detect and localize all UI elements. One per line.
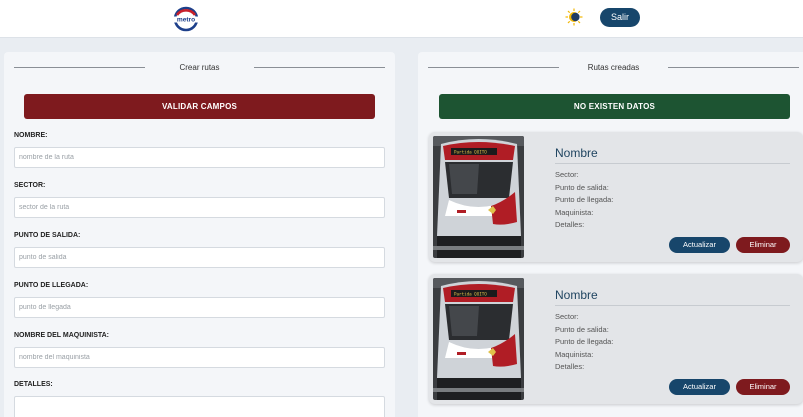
card-fields: Sector: Punto de salida: Punto de llegad… (555, 311, 613, 374)
sector-text: Sector: (555, 170, 579, 179)
create-section-header: Crear rutas (4, 60, 395, 76)
departure-text: Punto de salida: (555, 324, 609, 334)
destination-sign: Partida QUITO (454, 292, 487, 297)
departure-label: PUNTO DE SALIDA: (14, 232, 81, 239)
top-bar: metro Salir (0, 0, 803, 38)
arrival-text: Punto de llegada: (555, 337, 614, 347)
card-title: Nombre (555, 146, 598, 160)
sun-moon-icon (565, 8, 583, 26)
arrival-input[interactable] (14, 297, 385, 318)
route-name-input[interactable] (14, 147, 385, 168)
empty-state-banner: NO EXISTEN DATOS (439, 94, 790, 119)
create-route-panel: Crear rutas VALIDAR CAMPOS NOMBRE: SECTO… (4, 52, 395, 417)
delete-button[interactable]: Eliminar (736, 237, 790, 253)
update-button[interactable]: Actualizar (669, 379, 730, 395)
routes-list-panel: Rutas creadas NO EXISTEN DATOS Partida Q… (418, 52, 803, 417)
route-card: Partida QUITO Nombre Sector: Punto de sa… (429, 274, 803, 404)
sector-input[interactable] (14, 197, 385, 218)
departure-text: Punto de salida: (555, 182, 609, 192)
create-section-title: Crear rutas (179, 63, 220, 72)
routes-section-title: Rutas creadas (587, 63, 640, 72)
details-text: Detalles: (555, 362, 585, 372)
destination-sign: Partida QUITO (454, 150, 487, 155)
details-label: DETALLES: (14, 381, 53, 388)
routes-section-header: Rutas creadas (418, 60, 803, 76)
driver-input[interactable] (14, 347, 385, 368)
divider (428, 67, 559, 68)
arrival-label: PUNTO DE LLEGADA: (14, 282, 89, 289)
metro-logo[interactable]: metro (172, 6, 200, 32)
validate-fields-button[interactable]: VALIDAR CAMPOS (24, 94, 375, 119)
driver-text: Maquinista: (555, 207, 594, 217)
divider (254, 67, 385, 68)
logo-text: metro (177, 17, 195, 24)
divider (668, 67, 799, 68)
logout-button[interactable]: Salir (600, 8, 640, 27)
details-textarea[interactable] (14, 396, 385, 417)
theme-toggle-button[interactable] (565, 8, 583, 26)
sector-label: SECTOR: (14, 182, 46, 189)
route-card: Partida QUITO Nombre Sector: Punto de sa… (429, 132, 803, 262)
details-text: Detalles: (555, 220, 585, 230)
name-label: NOMBRE: (14, 132, 48, 139)
train-image: Partida QUITO (433, 278, 524, 400)
arrival-text: Punto de llegada: (555, 195, 614, 205)
driver-text: Maquinista: (555, 349, 594, 359)
card-divider (555, 163, 790, 164)
driver-label: NOMBRE DEL MAQUINISTA: (14, 332, 110, 339)
card-divider (555, 305, 790, 306)
delete-button[interactable]: Eliminar (736, 379, 790, 395)
sector-text: Sector: (555, 312, 579, 321)
card-title: Nombre (555, 288, 598, 302)
card-fields: Sector: Punto de salida: Punto de llegad… (555, 169, 613, 232)
update-button[interactable]: Actualizar (669, 237, 730, 253)
train-image: Partida QUITO (433, 136, 524, 258)
divider (14, 67, 145, 68)
departure-input[interactable] (14, 247, 385, 268)
